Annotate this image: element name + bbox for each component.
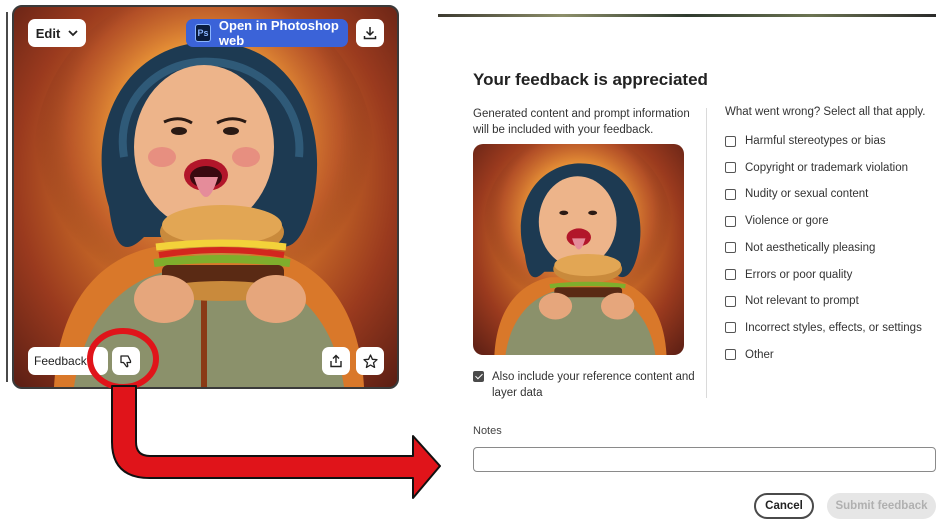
download-icon	[363, 27, 377, 40]
feedback-option-checkbox[interactable]	[725, 135, 736, 147]
feedback-option-checkbox[interactable]	[725, 242, 736, 254]
include-reference-label: Also include your reference content and …	[492, 371, 695, 399]
feedback-option-label: Not relevant to prompt	[745, 295, 859, 308]
feedback-option-label: Incorrect styles, effects, or settings	[745, 321, 922, 334]
feedback-option[interactable]: Errors or poor quality	[725, 269, 852, 281]
feedback-option-checkbox[interactable]	[725, 349, 736, 361]
download-button[interactable]	[356, 19, 384, 47]
preview-image	[483, 144, 673, 355]
left-edge-line	[6, 12, 8, 382]
open-in-photoshop-button[interactable]: Ps Open in Photoshop web	[186, 18, 348, 48]
feedback-option[interactable]: Other	[725, 349, 774, 361]
feedback-option-label: Not aesthetically pleasing	[745, 241, 876, 254]
feedback-option-label: Nudity or sexual content	[745, 188, 869, 201]
what-went-wrong-label: What went wrong? Select all that apply.	[725, 106, 926, 118]
notes-input[interactable]	[473, 447, 936, 472]
feedback-image-preview	[473, 144, 684, 355]
feedback-option[interactable]: Incorrect styles, effects, or settings	[725, 322, 922, 334]
feedback-option-label: Copyright or trademark violation	[745, 161, 908, 174]
photoshop-logo-icon: Ps	[195, 24, 211, 42]
feedback-option[interactable]: Harmful stereotypes or bias	[725, 135, 886, 147]
feedback-option[interactable]: Nudity or sexual content	[725, 188, 868, 200]
favorite-button[interactable]	[356, 347, 384, 375]
feedback-option[interactable]: Violence or gore	[725, 215, 829, 227]
feedback-label: Feedback	[34, 354, 87, 368]
feedback-option-label: Other	[745, 348, 774, 361]
feedback-button[interactable]: Feedback	[28, 347, 108, 375]
chevron-down-icon	[68, 29, 78, 36]
thumbs-down-button[interactable]	[112, 347, 140, 375]
cancel-button[interactable]: Cancel	[754, 493, 814, 519]
feedback-option-label: Violence or gore	[745, 215, 829, 228]
feedback-option-label: Harmful stereotypes or bias	[745, 135, 886, 147]
annotation-arrow	[111, 385, 441, 499]
star-icon	[362, 353, 378, 368]
edit-label: Edit	[35, 25, 61, 41]
include-reference-checkbox[interactable]: Also include your reference content and …	[473, 369, 698, 401]
feedback-option[interactable]: Copyright or trademark violation	[725, 162, 908, 174]
generated-image-card: Edit Ps Open in Photoshop web Feedback	[12, 5, 399, 389]
submit-feedback-button[interactable]: Submit feedback	[827, 493, 936, 519]
feedback-option[interactable]: Not relevant to prompt	[725, 295, 859, 307]
share-button[interactable]	[322, 347, 350, 375]
feedback-option-label: Errors or poor quality	[745, 268, 853, 281]
edit-button[interactable]: Edit	[28, 19, 86, 47]
generated-image	[34, 7, 374, 387]
dialog-intro-text: Generated content and prompt information…	[473, 108, 690, 136]
feedback-option-checkbox[interactable]	[725, 322, 736, 334]
feedback-option-checkbox[interactable]	[725, 269, 736, 280]
dialog-divider	[706, 108, 707, 398]
feedback-option-checkbox[interactable]	[725, 215, 736, 227]
include-reference-checkbox-box[interactable]	[473, 371, 484, 382]
feedback-option-checkbox[interactable]	[725, 295, 736, 307]
dialog-top-image-strip	[438, 14, 936, 17]
feedback-option-checkbox[interactable]	[725, 162, 736, 174]
dialog-title: Your feedback is appreciated	[473, 70, 708, 89]
feedback-option[interactable]: Not aesthetically pleasing	[725, 242, 875, 254]
share-icon	[330, 354, 342, 368]
thumbs-down-icon	[120, 355, 132, 368]
notes-label: Notes	[473, 425, 502, 437]
open-in-photoshop-label: Open in Photoshop web	[218, 18, 339, 48]
feedback-option-checkbox[interactable]	[725, 188, 736, 200]
